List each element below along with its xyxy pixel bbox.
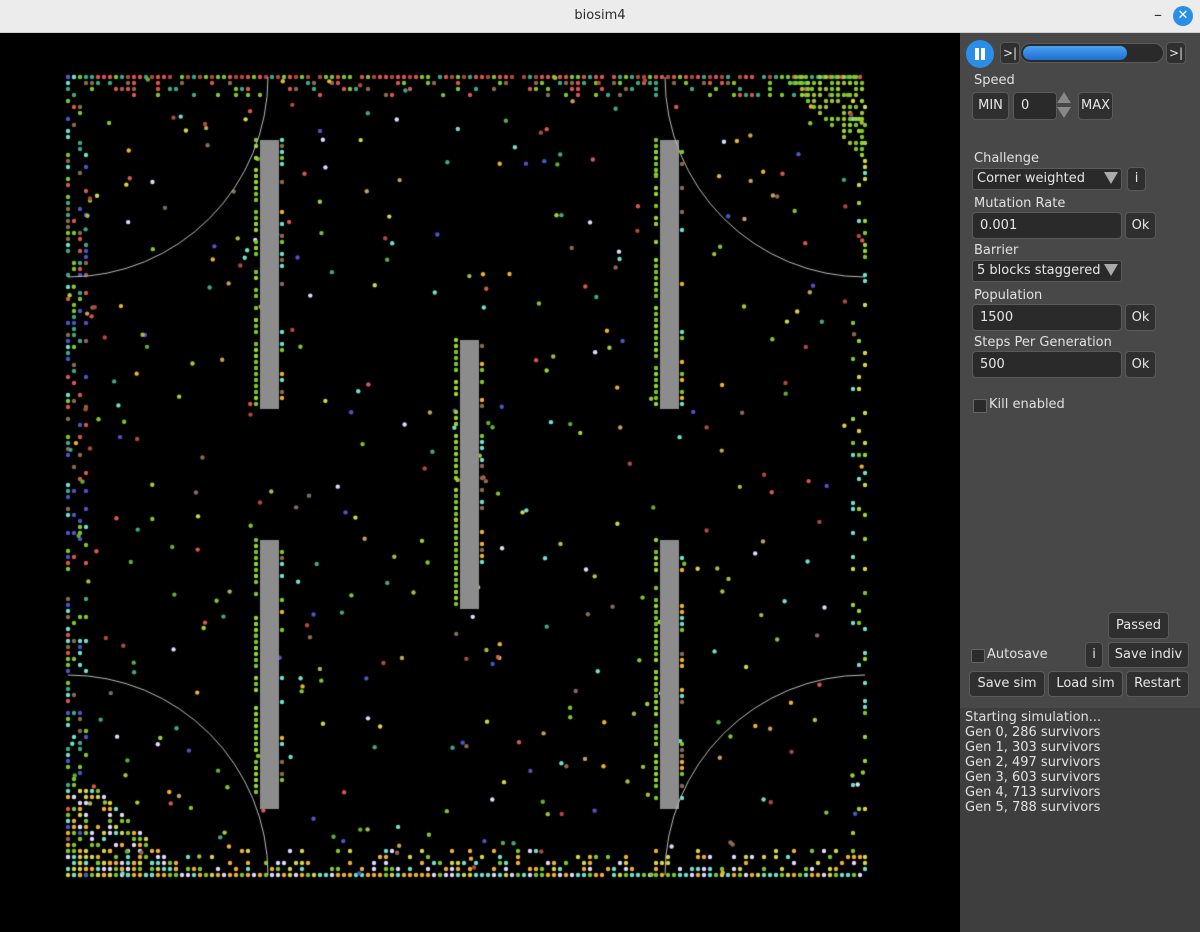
restart-button[interactable]: Restart bbox=[1126, 671, 1189, 697]
load-sim-button[interactable]: Load sim bbox=[1048, 671, 1123, 697]
log-line: Gen 2, 497 survivors bbox=[965, 755, 1101, 770]
min-speed-button[interactable]: MIN bbox=[972, 92, 1009, 120]
kill-enabled-label: Kill enabled bbox=[989, 397, 1065, 412]
challenge-value: Corner weighted bbox=[977, 171, 1085, 186]
log-line: Gen 4, 713 survivors bbox=[965, 785, 1101, 800]
mutation-ok-button[interactable]: Ok bbox=[1125, 212, 1156, 239]
save-sim-button[interactable]: Save sim bbox=[969, 671, 1045, 697]
dropdown-arrow-icon bbox=[1104, 264, 1118, 276]
title-bar: biosim4 – ✕ bbox=[0, 0, 1200, 33]
challenge-select[interactable]: Corner weighted bbox=[972, 168, 1122, 190]
pause-icon[interactable] bbox=[966, 40, 994, 68]
spinner-up-icon[interactable] bbox=[1057, 92, 1071, 103]
close-icon[interactable]: ✕ bbox=[1173, 6, 1193, 26]
log-line: Starting simulation... bbox=[965, 710, 1102, 725]
simulation-canvas bbox=[0, 33, 960, 932]
step-button[interactable]: >| bbox=[1000, 42, 1020, 64]
log-panel: Starting simulation... Gen 0, 286 survivo… bbox=[960, 708, 1200, 932]
log-text: Starting simulation... Gen 0, 286 survivo… bbox=[965, 710, 1101, 815]
autosave-checkbox[interactable] bbox=[971, 649, 985, 663]
speed-input[interactable]: 0 bbox=[1013, 92, 1057, 120]
save-indiv-button[interactable]: Save indiv bbox=[1108, 642, 1189, 668]
steps-input[interactable]: 500 bbox=[972, 351, 1122, 378]
population-label: Population bbox=[974, 288, 1043, 303]
autosave-info-button[interactable]: i bbox=[1085, 642, 1103, 668]
log-line: Gen 3, 603 survivors bbox=[965, 770, 1101, 785]
barrier-value: 5 blocks staggered bbox=[977, 263, 1101, 278]
generation-progress-bar bbox=[1020, 43, 1164, 63]
barrier-select[interactable]: 5 blocks staggered bbox=[972, 260, 1122, 282]
speed-spinner[interactable] bbox=[1057, 92, 1072, 119]
kill-enabled-checkbox[interactable] bbox=[973, 399, 987, 413]
population-input[interactable]: 1500 bbox=[972, 304, 1122, 331]
log-line: Gen 1, 303 survivors bbox=[965, 740, 1101, 755]
population-ok-button[interactable]: Ok bbox=[1125, 304, 1156, 331]
minimize-icon[interactable]: – bbox=[1148, 5, 1168, 25]
dropdown-arrow-icon bbox=[1104, 172, 1118, 184]
steps-ok-button[interactable]: Ok bbox=[1125, 351, 1156, 378]
challenge-info-button[interactable]: i bbox=[1127, 167, 1146, 191]
speed-label: Speed bbox=[974, 73, 1015, 88]
mutation-rate-input[interactable]: 0.001 bbox=[972, 212, 1122, 239]
log-line: Gen 0, 286 survivors bbox=[965, 725, 1101, 740]
spinner-down-icon[interactable] bbox=[1057, 107, 1071, 118]
autosave-label: Autosave bbox=[987, 647, 1048, 662]
max-speed-button[interactable]: MAX bbox=[1078, 92, 1113, 120]
steps-label: Steps Per Generation bbox=[974, 335, 1112, 350]
progress-fill bbox=[1023, 46, 1127, 60]
mutation-rate-label: Mutation Rate bbox=[974, 196, 1066, 211]
window-title: biosim4 bbox=[574, 8, 626, 23]
log-line: Gen 5, 788 survivors bbox=[965, 800, 1101, 815]
end-button[interactable]: >| bbox=[1166, 42, 1186, 64]
barrier-label: Barrier bbox=[974, 243, 1019, 258]
simulation-view bbox=[0, 33, 960, 932]
challenge-label: Challenge bbox=[974, 151, 1039, 166]
passed-button[interactable]: Passed bbox=[1108, 612, 1169, 639]
